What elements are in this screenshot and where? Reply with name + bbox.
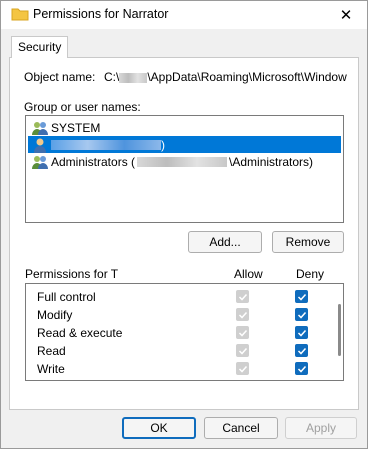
permission-row: Modify <box>26 306 326 324</box>
permission-name: Read <box>37 344 66 358</box>
object-name-label: Object name: <box>24 70 96 84</box>
allow-header: Allow <box>234 267 263 281</box>
allow-checkbox <box>236 362 249 375</box>
folder-icon <box>11 7 29 21</box>
permission-name: Write <box>37 362 65 376</box>
object-name-value: C:\ \AppData\Roaming\Microsoft\Window <box>104 70 352 84</box>
allow-checkbox <box>236 308 249 321</box>
close-icon: ✕ <box>339 7 353 24</box>
deny-header: Deny <box>296 267 325 281</box>
redacted-username <box>51 139 161 150</box>
apply-button[interactable]: Apply <box>285 417 357 439</box>
users-group-icon <box>32 155 48 169</box>
permissions-list: Full control Modify Read & execute Read <box>25 283 344 381</box>
permission-row: Full control <box>26 288 326 306</box>
list-item-system[interactable]: SYSTEM <box>28 119 341 136</box>
permission-row: Read & execute <box>26 324 326 342</box>
list-item-current-user[interactable]: ) <box>28 136 341 153</box>
close-button[interactable]: ✕ <box>329 3 363 27</box>
add-button[interactable]: Add... <box>188 231 262 253</box>
user-name: ) <box>161 137 165 152</box>
allow-checkbox <box>236 290 249 303</box>
permission-name: Read & execute <box>37 326 123 340</box>
group-user-list[interactable]: SYSTEM ) Administrators ( \Administrators… <box>25 115 344 223</box>
scrollbar-thumb[interactable] <box>338 304 341 356</box>
object-path-start: C:\ <box>104 70 120 84</box>
permission-row: Write <box>26 360 326 378</box>
remove-button[interactable]: Remove <box>272 231 344 253</box>
user-name: Administrators ( <box>51 154 136 169</box>
group-names-label: Group or user names: <box>24 100 141 114</box>
list-item-administrators[interactable]: Administrators ( \Administrators) <box>28 153 341 170</box>
redacted-machine <box>137 156 228 167</box>
deny-checkbox[interactable] <box>295 362 308 375</box>
deny-checkbox[interactable] <box>295 308 308 321</box>
users-group-icon <box>32 121 48 135</box>
allow-checkbox <box>236 326 249 339</box>
permissions-label: Permissions for T <box>25 267 119 281</box>
ok-button[interactable]: OK <box>122 417 196 439</box>
allow-checkbox <box>236 344 249 357</box>
user-icon <box>34 138 46 153</box>
title-bar: Permissions for Narrator ✕ <box>1 1 367 29</box>
redacted-username <box>119 72 148 83</box>
permission-row: Read <box>26 342 326 360</box>
permissions-dialog: Permissions for Narrator ✕ Security Obje… <box>0 0 368 449</box>
security-panel: Object name: C:\ \AppData\Roaming\Microso… <box>9 57 359 410</box>
object-path-end: \AppData\Roaming\Microsoft\Window <box>147 70 347 84</box>
permission-name: Full control <box>37 290 96 304</box>
deny-checkbox[interactable] <box>295 290 308 303</box>
user-name-suffix: \Administrators) <box>229 154 314 169</box>
deny-checkbox[interactable] <box>295 326 308 339</box>
tab-security[interactable]: Security <box>11 36 69 58</box>
permission-name: Modify <box>37 308 73 322</box>
cancel-button[interactable]: Cancel <box>204 417 278 439</box>
window-title: Permissions for Narrator <box>33 7 169 21</box>
user-name: SYSTEM <box>51 120 101 135</box>
deny-checkbox[interactable] <box>295 344 308 357</box>
